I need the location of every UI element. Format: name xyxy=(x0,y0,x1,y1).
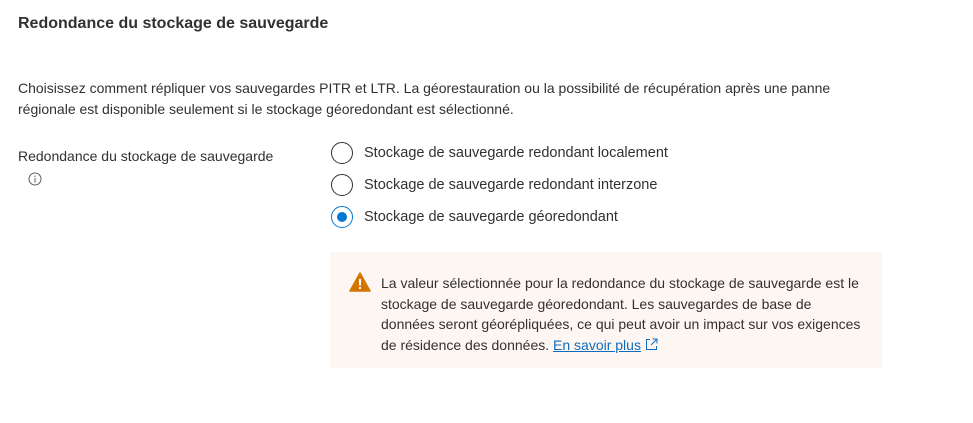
backup-redundancy-panel: Redondance du stockage de sauvegarde Cho… xyxy=(0,0,973,423)
radio-label: Stockage de sauvegarde géoredondant xyxy=(364,209,618,225)
radio-button[interactable] xyxy=(331,142,353,164)
field-label: Redondance du stockage de sauvegarde xyxy=(18,148,274,164)
radio-option-zone[interactable]: Stockage de sauvegarde redondant interzo… xyxy=(331,174,668,196)
radio-label: Stockage de sauvegarde redondant interzo… xyxy=(364,177,658,193)
radio-button-selected[interactable] xyxy=(331,206,353,228)
radio-label: Stockage de sauvegarde redondant localem… xyxy=(364,145,668,161)
external-link-icon xyxy=(645,338,658,350)
warning-icon xyxy=(349,272,371,292)
section-description: Choisissez comment répliquer vos sauvega… xyxy=(18,80,831,117)
radio-button[interactable] xyxy=(331,174,353,196)
learn-more-link[interactable]: En savoir plus xyxy=(553,337,658,353)
radio-option-local[interactable]: Stockage de sauvegarde redondant localem… xyxy=(331,142,668,164)
warning-text: La valeur sélectionnée pour la redondanc… xyxy=(381,273,861,355)
learn-more-label: En savoir plus xyxy=(553,336,641,353)
warning-message-bar: La valeur sélectionnée pour la redondanc… xyxy=(330,252,882,368)
redundancy-radio-group: Stockage de sauvegarde redondant localem… xyxy=(331,142,668,238)
section-title: Redondance du stockage de sauvegarde xyxy=(18,15,329,32)
info-icon[interactable] xyxy=(28,172,42,186)
radio-option-geo[interactable]: Stockage de sauvegarde géoredondant xyxy=(331,206,668,228)
